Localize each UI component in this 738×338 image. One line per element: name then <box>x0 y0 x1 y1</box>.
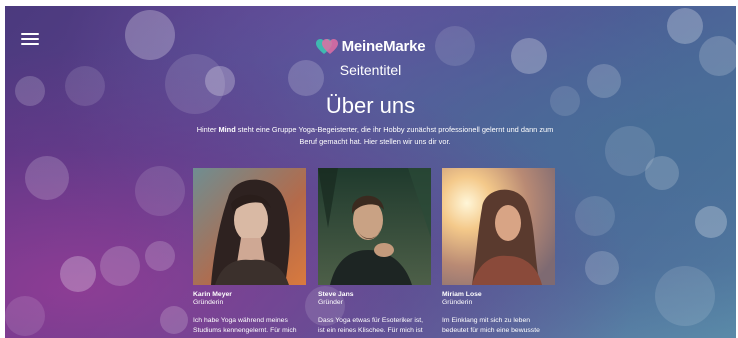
member-role: Gründerin <box>193 299 224 306</box>
intro-brand-bold: Mind <box>218 125 236 134</box>
member-role: Gründer <box>318 299 343 306</box>
brand-header: MeineMarke Seitentitel <box>5 38 736 78</box>
team-member-card: Steve Jans Gründer Dass Yoga etwas für E… <box>318 168 431 336</box>
brand-name: MeineMarke <box>341 38 426 55</box>
page-subtitle: Seitentitel <box>339 61 402 78</box>
hero-background: MeineMarke Seitentitel Über uns Hinter M… <box>5 6 736 338</box>
member-photo[interactable] <box>442 168 555 285</box>
member-role: Gründerin <box>442 299 473 306</box>
member-bio: Im Einklang mit sich zu leben bedeutet f… <box>442 317 540 334</box>
member-photo[interactable] <box>193 168 306 285</box>
member-name: Steve Jans <box>318 291 354 298</box>
brand-logo-link[interactable]: MeineMarke <box>315 38 426 55</box>
team-member-card: Miriam Lose Gründerin Im Einklang mit si… <box>442 168 555 336</box>
member-name: Karin Meyer <box>193 291 232 298</box>
member-bio: Ich habe Yoga während meines Studiums ke… <box>193 317 297 334</box>
intro-text: Hinter Mind steht eine Gruppe Yoga-Begei… <box>195 124 555 148</box>
heart-logo-icon <box>315 38 338 54</box>
intro-prefix: Hinter <box>196 125 219 134</box>
member-name: Miriam Lose <box>442 291 482 298</box>
member-bio: Dass Yoga etwas für Esoteriker ist, ist … <box>318 317 424 334</box>
intro-suffix: steht eine Gruppe Yoga-Begeisterter, die… <box>235 125 554 146</box>
team-member-card: Karin Meyer Gründerin Ich habe Yoga währ… <box>193 168 306 336</box>
member-photo[interactable] <box>318 168 431 285</box>
page-title: Über uns <box>325 93 416 118</box>
